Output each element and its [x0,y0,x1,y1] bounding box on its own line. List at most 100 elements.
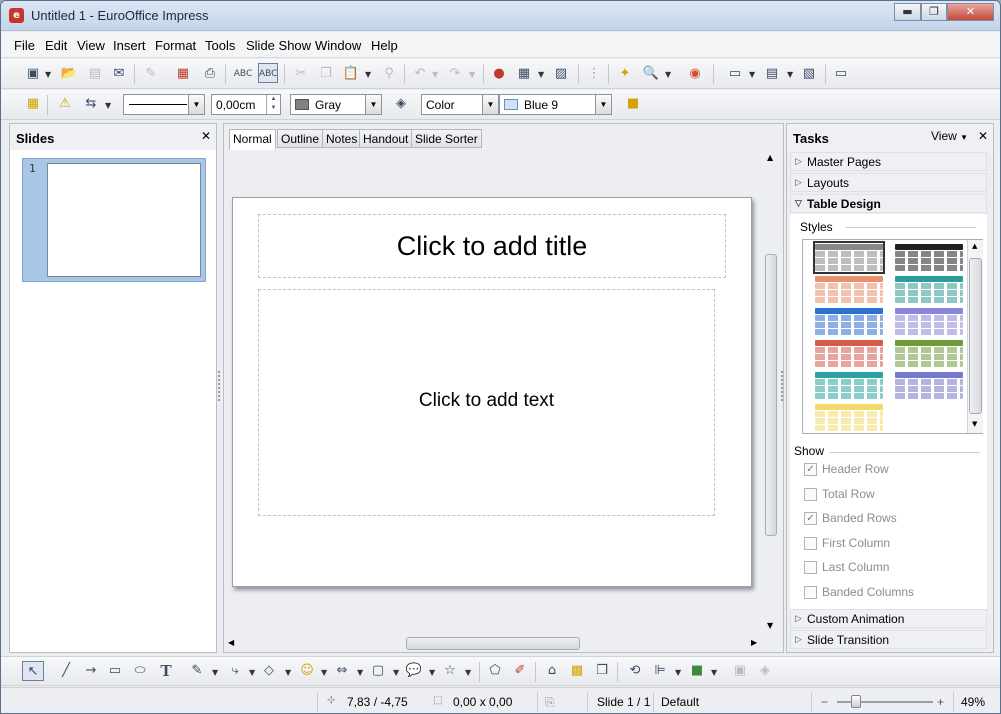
menu-slide-show[interactable]: Slide Show [246,38,311,53]
scroll-down-icon[interactable]: ▼ [767,621,773,630]
slide-dropdown-icon[interactable]: ▼ [749,70,755,79]
table-style-thumbnail[interactable] [895,403,963,432]
line-width-spinner-icon[interactable]: ▲ ▼ [266,95,280,114]
table-style-thumbnail[interactable] [895,371,963,400]
table-style-thumbnail[interactable] [815,403,883,432]
table-style-thumbnail[interactable] [813,241,885,274]
undo-dropdown-icon[interactable]: ▼ [432,70,438,79]
checkbox[interactable] [804,561,817,575]
ellipse-tool-icon[interactable]: ⬭ [130,661,150,681]
callouts-icon[interactable]: 💬 [404,661,424,681]
table-style-thumbnail[interactable] [895,307,963,336]
symbol-shapes-icon[interactable]: ☺ [297,661,317,681]
fill-mode-dropdown-icon[interactable]: ▼ [482,95,498,114]
points-icon[interactable]: ⬠ [485,661,505,681]
menu-format[interactable]: Format [155,38,196,53]
styles-scrollbar[interactable]: ▲ ▼ [967,240,983,433]
vertical-scrollbar[interactable]: ▲ ▼ [764,151,779,631]
checkbox[interactable]: ✓ [804,463,817,476]
line-style-select[interactable]: ▼ [123,94,205,115]
menu-tools[interactable]: Tools [205,38,235,53]
right-splitter[interactable] [781,371,785,401]
block-arrows-dropdown-icon[interactable]: ▼ [357,668,363,677]
table-icon[interactable]: ▦ [514,64,534,84]
extrusion-icon[interactable]: ▣ [730,661,750,681]
tab-slide-sorter[interactable]: Slide Sorter [411,129,482,148]
minimize-button[interactable]: ▬ [894,3,921,21]
redo-dropdown-icon[interactable]: ▼ [469,70,475,79]
stars-icon[interactable]: ☆ [440,661,460,681]
fontwork-icon[interactable]: ⌂ [542,661,562,681]
line-icon[interactable]: ⚠ [55,94,75,114]
area-fill-icon[interactable]: ◈ [391,94,411,114]
tab-handout[interactable]: Handout [359,129,413,148]
table-style-thumbnail[interactable] [895,275,963,304]
line-style-dropdown-icon[interactable]: ▼ [188,95,204,114]
checkbox[interactable] [804,536,817,550]
menu-edit[interactable]: Edit [45,38,67,53]
zoom-dropdown-icon[interactable]: ▼ [665,70,671,79]
table-style-thumbnail[interactable] [895,339,963,368]
horizontal-scrollbar[interactable]: ◀ ▶ [224,636,762,652]
tab-outline[interactable]: Outline [277,129,324,148]
line-width-field[interactable]: 0,00cm ▲ ▼ [211,94,281,115]
clone-formatting-icon[interactable]: ⚲ [379,64,399,84]
tab-notes[interactable]: Notes [322,129,362,148]
email-icon[interactable]: ✉ [109,64,129,84]
rotate-icon[interactable]: ⟲ [625,661,645,681]
table-style-thumbnail[interactable] [815,371,883,400]
image-icon[interactable]: ▨ [551,64,571,84]
flowchart-dropdown-icon[interactable]: ▼ [393,668,399,677]
stars-dropdown-icon[interactable]: ▼ [465,668,471,677]
section-custom-animation[interactable]: ▷ Custom Animation [790,609,987,628]
print-icon[interactable]: ⎙ [200,64,220,84]
select-icon[interactable]: ↖ [22,661,44,681]
table-style-thumbnail[interactable] [815,307,883,336]
menu-insert[interactable]: Insert [113,38,146,53]
line-tool-icon[interactable]: ╱ [56,661,76,681]
symbol-shapes-dropdown-icon[interactable]: ▼ [321,668,327,677]
layout-dropdown-icon[interactable]: ▼ [787,70,793,79]
new-document-icon[interactable]: ▣ [23,64,43,84]
slide-show-icon[interactable]: ▭ [831,64,851,84]
align-dropdown-icon[interactable]: ▼ [675,668,681,677]
table-style-thumbnail[interactable] [815,275,883,304]
new-dropdown-icon[interactable]: ▼ [45,70,51,79]
curve-dropdown-icon[interactable]: ▼ [212,668,218,677]
content-placeholder[interactable]: Click to add text [258,289,715,516]
shadow-icon[interactable]: ■ [623,94,643,114]
text-tool-icon[interactable]: T [156,661,176,681]
toggle-extrusion-icon[interactable]: ◈ [755,661,775,681]
tasks-panel-close-icon[interactable]: ✕ [978,129,988,143]
edit-file-icon[interactable]: ✎ [141,64,161,84]
open-icon[interactable]: 📂 [59,64,79,84]
curve-tool-icon[interactable]: ✎ [187,661,207,681]
table-styles-gallery[interactable]: ▲ ▼ [802,239,983,434]
horizontal-scroll-thumb[interactable] [406,637,580,650]
undo-icon[interactable]: ↶ [410,64,430,84]
title-placeholder[interactable]: Click to add title [258,214,726,278]
copy-icon[interactable]: ❐ [316,64,336,84]
section-master-pages[interactable]: ▷ Master Pages [790,152,987,171]
paste-icon[interactable]: 📋 [341,64,361,84]
tasks-view-menu[interactable]: View ▼ [931,129,968,143]
left-splitter[interactable] [218,371,222,401]
line-color-dropdown-icon[interactable]: ▼ [365,95,381,114]
autospellcheck-icon[interactable]: ABC [258,63,278,83]
slide-thumbnail[interactable]: 1 [22,158,206,282]
section-slide-transition[interactable]: ▷ Slide Transition [790,630,987,649]
zoom-slider-handle[interactable] [851,695,861,708]
fill-color-select[interactable]: Blue 9 ▼ [499,94,612,115]
table-dropdown-icon[interactable]: ▼ [538,70,544,79]
menu-help[interactable]: Help [371,38,398,53]
scroll-left-icon[interactable]: ◀ [228,638,234,647]
styles-scroll-up-icon[interactable]: ▲ [972,242,977,250]
basic-shapes-icon[interactable]: ◇ [259,661,279,681]
close-button[interactable]: ✕ [947,3,994,21]
checkbox[interactable]: ✓ [804,512,817,526]
save-icon[interactable]: ▤ [85,64,105,84]
option-header-row[interactable]: ✓ Header Row [804,462,889,476]
menu-file[interactable]: File [14,38,35,53]
glue-points-icon[interactable]: ✐ [510,661,530,681]
fill-color-dropdown-icon[interactable]: ▼ [595,95,611,114]
